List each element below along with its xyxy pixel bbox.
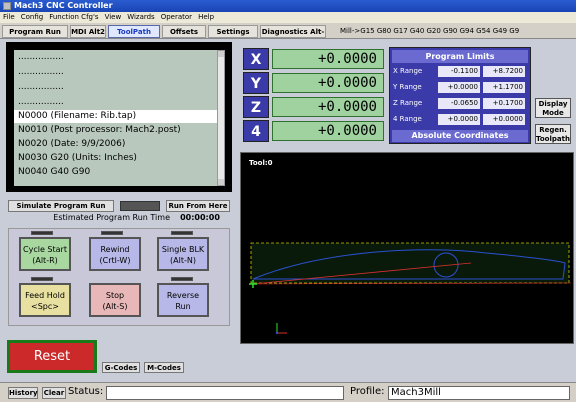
y-range-max: +1.1700 xyxy=(483,82,525,93)
display-mode-button[interactable]: Display Mode xyxy=(535,98,571,118)
axis-z-label[interactable]: Z xyxy=(243,96,269,118)
gcodes-button[interactable]: G-Codes xyxy=(102,362,140,373)
4-range-max: +0.0000 xyxy=(483,114,525,125)
dro-y[interactable]: +0.0000 xyxy=(272,73,384,93)
program-limits-panel: Program Limits X Range -0.1100 +8.7200 Y… xyxy=(389,47,531,144)
simulate-led xyxy=(120,201,160,211)
menu-operator[interactable]: Operator xyxy=(161,13,192,21)
x-range-max: +8.7200 xyxy=(483,66,525,77)
menu-wizards[interactable]: Wizards xyxy=(127,13,155,21)
x-range-label: X Range xyxy=(393,67,423,75)
dro-z[interactable]: +0.0000 xyxy=(272,97,384,117)
reset-button[interactable]: Reset xyxy=(7,340,97,373)
control-button-panel: Cycle Start (Alt-R) Rewind (Crtl-W) Sing… xyxy=(8,228,230,326)
z-range-max: +0.1700 xyxy=(483,98,525,109)
simulate-row: Simulate Program Run Run From Here xyxy=(8,200,230,212)
window-title: Mach3 CNC Controller xyxy=(14,1,113,10)
est-run-time-label: Estimated Program Run Time xyxy=(53,213,170,222)
4-range-min: +0.0000 xyxy=(438,114,480,125)
single-blk-led xyxy=(171,231,193,235)
menu-file[interactable]: File xyxy=(3,13,15,21)
y-range-label: Y Range xyxy=(393,83,422,91)
menu-help[interactable]: Help xyxy=(198,13,214,21)
menu-config[interactable]: Config xyxy=(21,13,43,21)
run-from-here-button[interactable]: Run From Here xyxy=(166,200,230,212)
rewind-led xyxy=(101,231,123,235)
axis-triad-icon xyxy=(275,323,287,335)
axis-x-label[interactable]: X xyxy=(243,48,269,70)
tab-mdi[interactable]: MDI Alt2 xyxy=(70,25,106,38)
status-label: Status: xyxy=(68,386,104,397)
simulate-run-button[interactable]: Simulate Program Run xyxy=(8,200,114,212)
gcode-frame: ................ ................ ......… xyxy=(6,42,232,192)
est-run-time-value: 00:00:00 xyxy=(180,213,220,222)
gcode-line: N0040 G40 G90 xyxy=(18,167,91,177)
gcode-line: N0030 G20 (Units: Inches) xyxy=(18,153,137,163)
rewind-button[interactable]: Rewind (Crtl-W) xyxy=(89,237,141,271)
feed-hold-button[interactable]: Feed Hold <Spc> xyxy=(19,283,71,317)
scroll-up-icon[interactable] xyxy=(218,51,224,57)
clear-button[interactable]: Clear xyxy=(42,387,66,399)
toolpath-graphic xyxy=(249,242,572,335)
profile-value: Mach3Mill xyxy=(388,386,570,400)
gcode-line: N0020 (Date: 9/9/2006) xyxy=(18,139,126,149)
x-range-min: -0.1100 xyxy=(438,66,480,77)
z-range-label: Z Range xyxy=(393,99,423,107)
y-range-min: +0.0000 xyxy=(438,82,480,93)
regen-toolpath-button[interactable]: Regen. Toolpath xyxy=(535,124,571,144)
cycle-start-led xyxy=(31,231,53,235)
4-range-label: 4 Range xyxy=(393,115,422,123)
cycle-start-button[interactable]: Cycle Start (Alt-R) xyxy=(19,237,71,271)
gcode-line: ................ xyxy=(18,52,64,62)
menu-bar: File Config Function Cfg's View Wizards Opera… xyxy=(0,12,576,23)
mcodes-button[interactable]: M-Codes xyxy=(144,362,184,373)
toolpath-display[interactable]: Tool:0 xyxy=(240,152,574,344)
tab-program-run[interactable]: Program Run Alt-1 xyxy=(2,25,68,48)
tab-offsets[interactable]: Offsets Alt5 xyxy=(162,25,206,48)
dro-x[interactable]: +0.0000 xyxy=(272,49,384,69)
reverse-run-led xyxy=(171,277,193,281)
menu-view[interactable]: View xyxy=(105,13,122,21)
modal-gcode-line: Mill->G15 G80 G17 G40 G20 G90 G94 G54 G4… xyxy=(340,27,520,35)
axis-y-label[interactable]: Y xyxy=(243,72,269,94)
title-bar: Mach3 CNC Controller xyxy=(0,0,576,12)
tab-diagnostics[interactable]: Diagnostics Alt-7 xyxy=(260,25,326,48)
gcode-line: ................ xyxy=(18,82,64,92)
gcode-line-current: N0000 (Filename: Rib.tap) xyxy=(14,110,217,123)
program-limits-title: Program Limits xyxy=(392,50,528,63)
gcode-line: ................ xyxy=(18,97,64,107)
status-message xyxy=(106,386,344,400)
scroll-down-icon[interactable] xyxy=(218,179,224,185)
stop-button[interactable]: Stop (Alt-S) xyxy=(89,283,141,317)
history-button[interactable]: History xyxy=(8,387,38,399)
profile-label: Profile: xyxy=(350,386,385,397)
app-icon xyxy=(3,2,11,10)
gcode-line: N0010 (Post processor: Mach2.post) xyxy=(18,125,181,135)
single-blk-button[interactable]: Single BLK (Alt-N) xyxy=(157,237,209,271)
tab-settings[interactable]: Settings Alt6 xyxy=(208,25,258,48)
tab-toolpath[interactable]: ToolPath Alt4 xyxy=(108,25,160,48)
feed-hold-led xyxy=(31,277,53,281)
menu-function-cfgs[interactable]: Function Cfg's xyxy=(49,13,98,21)
z-range-min: -0.0650 xyxy=(438,98,480,109)
axis-4-label[interactable]: 4 xyxy=(243,120,269,142)
dro-4[interactable]: +0.0000 xyxy=(272,121,384,141)
reverse-run-button[interactable]: Reverse Run xyxy=(157,283,209,317)
gcode-list[interactable]: ................ ................ ......… xyxy=(14,50,217,186)
status-bar: History Clear Status: Profile: Mach3Mill xyxy=(0,382,576,402)
stock-boundary-box xyxy=(250,242,570,284)
absolute-coordinates-label: Absolute Coordinates xyxy=(392,130,528,142)
gcode-scrollbar[interactable] xyxy=(217,50,225,186)
gcode-line: ................ xyxy=(18,67,64,77)
